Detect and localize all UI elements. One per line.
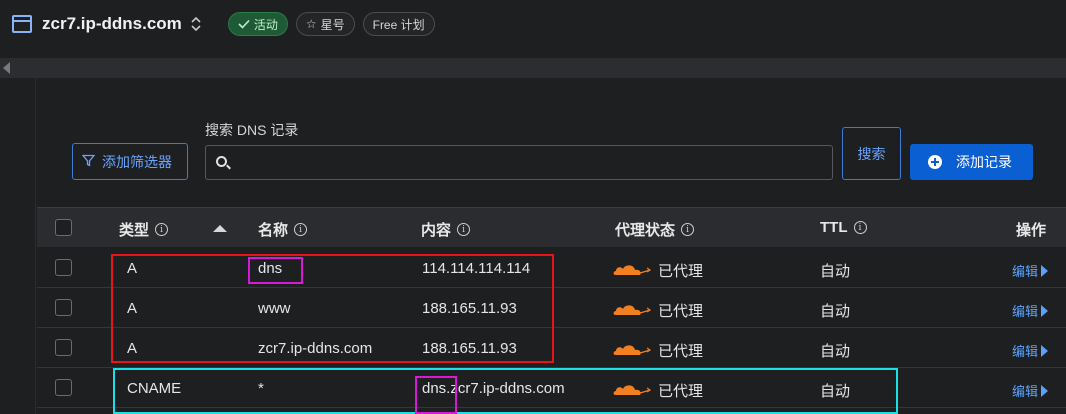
filter-icon [81, 154, 96, 170]
record-type: A [127, 340, 138, 357]
horizontal-scrollbar[interactable] [0, 58, 1066, 78]
record-ttl: 自动 [820, 383, 851, 400]
caret-right-icon [1041, 384, 1049, 397]
window-icon [12, 15, 32, 33]
edit-label: 编辑 [1012, 264, 1039, 279]
row-checkbox[interactable] [55, 259, 72, 276]
column-actions: 操作 [1016, 219, 1046, 240]
info-icon[interactable]: i [457, 223, 471, 236]
add-filter-label: 添加筛选器 [102, 153, 172, 170]
edit-link[interactable]: 编辑 [1012, 301, 1049, 320]
record-ttl: 自动 [820, 343, 851, 360]
edit-label: 编辑 [1012, 384, 1039, 399]
record-content: 188.165.11.93 [422, 340, 517, 357]
column-name-label: 名称 [258, 222, 289, 239]
search-input[interactable] [205, 145, 833, 180]
star-label: 星号 [320, 17, 345, 32]
info-icon[interactable]: i [155, 223, 169, 236]
plan-badge[interactable]: Free 计划 [362, 12, 435, 36]
add-record-label: 添加记录 [956, 154, 1012, 170]
record-name: zcr7.ip-ddns.com [258, 340, 373, 357]
site-name[interactable]: zcr7.ip-ddns.com [42, 14, 182, 34]
table-row[interactable]: A dns 114.114.114.114 已代理 自动 编辑 [37, 248, 1066, 288]
record-name: * [258, 380, 264, 397]
record-name: dns [258, 260, 283, 277]
record-content: dns.zcr7.ip-ddns.com [422, 380, 565, 397]
info-icon[interactable]: i [294, 223, 308, 236]
edit-link[interactable]: 编辑 [1012, 341, 1049, 360]
edit-label: 编辑 [1012, 304, 1039, 319]
record-type: A [127, 260, 138, 277]
search-label: 搜索 DNS 记录 [205, 122, 299, 138]
info-icon[interactable]: i [853, 221, 867, 234]
table-row[interactable]: A zcr7.ip-ddns.com 188.165.11.93 已代理 自动 … [37, 328, 1066, 368]
proxy-status: 已代理 [658, 343, 704, 360]
status-label: 活动 [253, 17, 278, 32]
search-icon [216, 156, 227, 167]
cloud-icon [613, 345, 652, 355]
column-content-label: 内容 [421, 222, 452, 239]
plus-circle-icon [928, 155, 942, 169]
star-icon: ☆ [305, 17, 317, 31]
search-button[interactable]: 搜索 [842, 127, 901, 180]
column-ttl-label: TTL [820, 219, 848, 236]
add-record-button[interactable]: 添加记录 [910, 144, 1033, 180]
cloud-icon [613, 305, 652, 315]
select-all-checkbox[interactable] [55, 219, 72, 236]
add-filter-button[interactable]: 添加筛选器 [72, 143, 188, 180]
record-content: 114.114.114.114 [422, 260, 531, 277]
cloud-icon [613, 265, 652, 275]
record-content: 188.165.11.93 [422, 300, 517, 317]
column-proxy-label: 代理状态 [615, 222, 676, 239]
scroll-left-icon[interactable] [3, 62, 10, 74]
record-ttl: 自动 [820, 263, 851, 280]
column-type[interactable]: 类型 i [119, 219, 169, 240]
caret-right-icon [1041, 344, 1049, 357]
info-icon[interactable]: i [681, 223, 695, 236]
record-name: www [258, 300, 291, 317]
caret-right-icon [1041, 264, 1049, 277]
edit-label: 编辑 [1012, 344, 1039, 359]
sort-up-icon[interactable] [213, 225, 227, 232]
star-button[interactable]: ☆ 星号 [295, 12, 355, 36]
proxy-status: 已代理 [658, 263, 704, 280]
cloud-icon [613, 385, 652, 395]
record-type: A [127, 300, 138, 317]
table-row[interactable]: CNAME * dns.zcr7.ip-ddns.com 已代理 自动 编辑 [37, 368, 1066, 408]
column-content[interactable]: 内容 i [421, 219, 471, 240]
row-checkbox[interactable] [55, 339, 72, 356]
caret-right-icon [1041, 304, 1049, 317]
chevron-updown-icon[interactable] [190, 16, 202, 32]
edit-link[interactable]: 编辑 [1012, 381, 1049, 400]
check-icon [238, 19, 250, 29]
column-type-label: 类型 [119, 222, 150, 239]
site-header: zcr7.ip-ddns.com 活动 ☆ 星号 Free 计划 [0, 0, 1066, 48]
record-type: CNAME [127, 380, 182, 397]
column-name[interactable]: 名称 i [258, 219, 308, 240]
table-header: 类型 i 名称 i 内容 i 代理状态 i TTL i 操作 [37, 207, 1066, 247]
row-checkbox[interactable] [55, 299, 72, 316]
column-actions-label: 操作 [1016, 222, 1047, 239]
record-ttl: 自动 [820, 303, 851, 320]
column-ttl[interactable]: TTL i [820, 219, 867, 236]
left-panel [0, 78, 36, 414]
proxy-status: 已代理 [658, 383, 704, 400]
column-proxy-status[interactable]: 代理状态 i [615, 219, 695, 240]
row-checkbox[interactable] [55, 379, 72, 396]
status-badge: 活动 [227, 12, 288, 36]
proxy-status: 已代理 [658, 303, 704, 320]
edit-link[interactable]: 编辑 [1012, 261, 1049, 280]
table-row[interactable]: A www 188.165.11.93 已代理 自动 编辑 [37, 288, 1066, 328]
